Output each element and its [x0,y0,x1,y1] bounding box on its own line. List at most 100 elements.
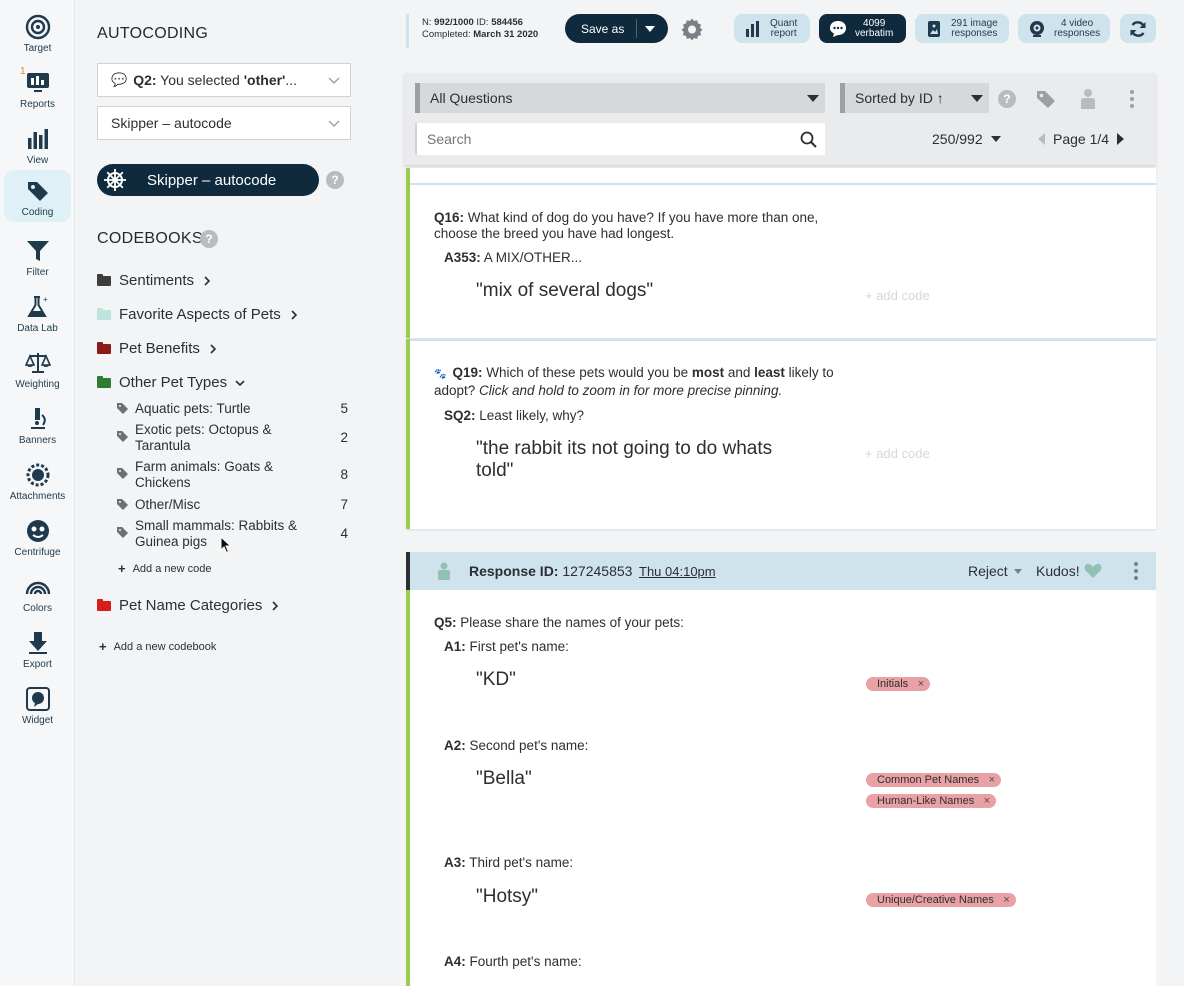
pill-line2: report [770,27,797,39]
add-code-button[interactable]: + add code [865,288,930,303]
codebook-sentiments[interactable]: Sentiments [97,272,212,289]
chevron-right-icon [272,600,279,611]
code-item[interactable]: Exotic pets: Octopus & Tarantula 2 [117,422,353,454]
reports-badge: 1 [20,66,26,77]
pill-line2: responses [1054,27,1101,39]
nav-rail: Target 1 Reports View Coding Filter + Da… [0,0,75,986]
code-count: 5 [340,401,348,416]
gear-icon[interactable] [680,17,704,41]
question-select[interactable]: 💬 Q2: You selected 'other'... [97,63,351,97]
nav-reports[interactable]: 1 Reports [4,62,71,114]
open-folder-icon [97,375,111,388]
codebook-other-pet-types[interactable]: Other Pet Types [97,374,245,391]
kebab-menu-icon[interactable] [1128,561,1144,581]
card-divider [410,183,1156,185]
remove-tag-icon[interactable]: × [989,773,995,787]
refresh-button[interactable] [1120,14,1156,43]
kebab-menu-icon[interactable] [1121,88,1143,110]
sort-value: Sorted by ID ↑ [855,90,944,106]
coding-panel: AUTOCODING 💬 Q2: You selected 'other'...… [75,0,376,986]
help-icon[interactable]: ? [998,90,1016,108]
nav-target[interactable]: Target [4,6,71,58]
add-codebook-link[interactable]: + Add a new codebook [99,639,216,654]
code-count: 8 [340,467,348,482]
sub-question-text: First pet's name: [465,639,569,654]
help-icon[interactable]: ? [326,171,344,189]
nav-centrifuge[interactable]: Centrifuge [4,510,71,562]
search-icon[interactable] [800,131,817,148]
next-page-icon[interactable] [1117,133,1125,145]
panel-title: AUTOCODING [97,25,209,42]
search-box[interactable] [415,123,825,155]
remove-tag-icon[interactable]: × [1003,893,1009,907]
nav-weighting[interactable]: Weighting [4,342,71,394]
code-tag[interactable]: Initials × [866,677,931,691]
chevron-right-icon [210,343,217,354]
nav-colors[interactable]: Colors [4,566,71,618]
question-select-ellipsis: ... [285,72,298,88]
nav-filter[interactable]: Filter [4,230,71,282]
add-code-link[interactable]: + Add a new code [118,561,211,576]
autocode-button-label: Skipper – autocode [147,171,277,189]
help-icon[interactable]: ? [200,230,218,248]
remove-tag-icon[interactable]: × [984,794,990,808]
page-indicator: Page 1/4 [1053,131,1110,147]
code-item[interactable]: Small mammals: Rabbits & Guinea pigs 4 [117,518,353,550]
filter-icon [26,241,49,261]
sub-question-text: Fourth pet's name: [465,954,582,969]
sub-question: A2: Second pet's name: [444,738,588,753]
svg-text:+: + [43,295,48,304]
reject-select[interactable]: Reject [968,563,1022,579]
codebook-pet-benefits[interactable]: Pet Benefits [97,340,218,357]
code-tag[interactable]: Human-Like Names × [866,794,997,808]
verbatim-button[interactable]: 4099 verbatim [819,14,906,43]
tag-icon [27,182,48,201]
code-tag[interactable]: Common Pet Names × [866,773,1002,787]
response-count-select[interactable]: 250/992 [932,131,1001,147]
codebook-name: Sentiments [119,272,195,289]
person-icon[interactable] [1077,88,1099,110]
codebook-name: Other Pet Types [119,374,228,391]
add-code-button[interactable]: + add code [865,446,930,461]
answer-text: "mix of several dogs" [476,280,654,301]
nav-banners[interactable]: Banners [4,398,71,450]
question-number: Q5: [434,615,457,630]
nav-data-lab[interactable]: + Data Lab [4,286,71,338]
kudos-button[interactable]: Kudos! [1036,563,1102,579]
nav-view[interactable]: View [4,118,71,170]
pets-thumbnail-icon: 🐾 [434,369,447,380]
sort-select[interactable]: Sorted by ID ↑ [840,83,989,113]
prev-page-icon[interactable] [1038,133,1045,145]
remove-tag-icon[interactable]: × [918,677,924,691]
image-responses-button[interactable]: 291 image responses [915,14,1009,43]
code-item[interactable]: Aquatic pets: Turtle 5 [117,401,353,417]
response-card-q5: Q5: Please share the names of your pets:… [406,590,1156,986]
sub-question: A1: First pet's name: [444,639,569,654]
caret-down-icon [971,95,983,102]
caret-down-icon[interactable] [644,23,656,35]
code-item[interactable]: Other/Misc 7 [117,497,353,513]
question-filter-select[interactable]: All Questions [415,83,825,113]
question-body-a: Which of these pets would you be [482,365,692,380]
quant-report-button[interactable]: Quant report [734,14,810,43]
autocoder-select[interactable]: Skipper – autocode [97,106,351,140]
codebook-pet-name-categories[interactable]: Pet Name Categories [97,597,280,614]
response-time[interactable]: Thu 04:10pm [639,564,716,579]
question-text: Q5: Please share the names of your pets: [434,615,834,631]
rainbow-icon [25,581,50,595]
save-as-button[interactable]: Save as [565,14,668,43]
tag-icon[interactable] [1035,88,1057,110]
codebook-favorite-aspects[interactable]: Favorite Aspects of Pets [97,306,299,323]
search-input[interactable] [427,131,787,147]
nav-attachments[interactable]: Attachments [4,454,71,506]
nav-export[interactable]: Export [4,622,71,674]
nav-widget[interactable]: Widget [4,678,71,730]
autocode-button[interactable]: Skipper – autocode [97,164,319,196]
code-item[interactable]: Farm animals: Goats & Chickens 8 [117,459,353,491]
nav-coding[interactable]: Coding [4,170,71,222]
sub-question-text: Least likely, why? [475,408,585,423]
codebook-name: Pet Name Categories [119,597,263,614]
video-responses-button[interactable]: 4 video responses [1018,14,1110,43]
code-tag[interactable]: Unique/Creative Names × [866,893,1016,907]
image-icon [928,20,940,37]
